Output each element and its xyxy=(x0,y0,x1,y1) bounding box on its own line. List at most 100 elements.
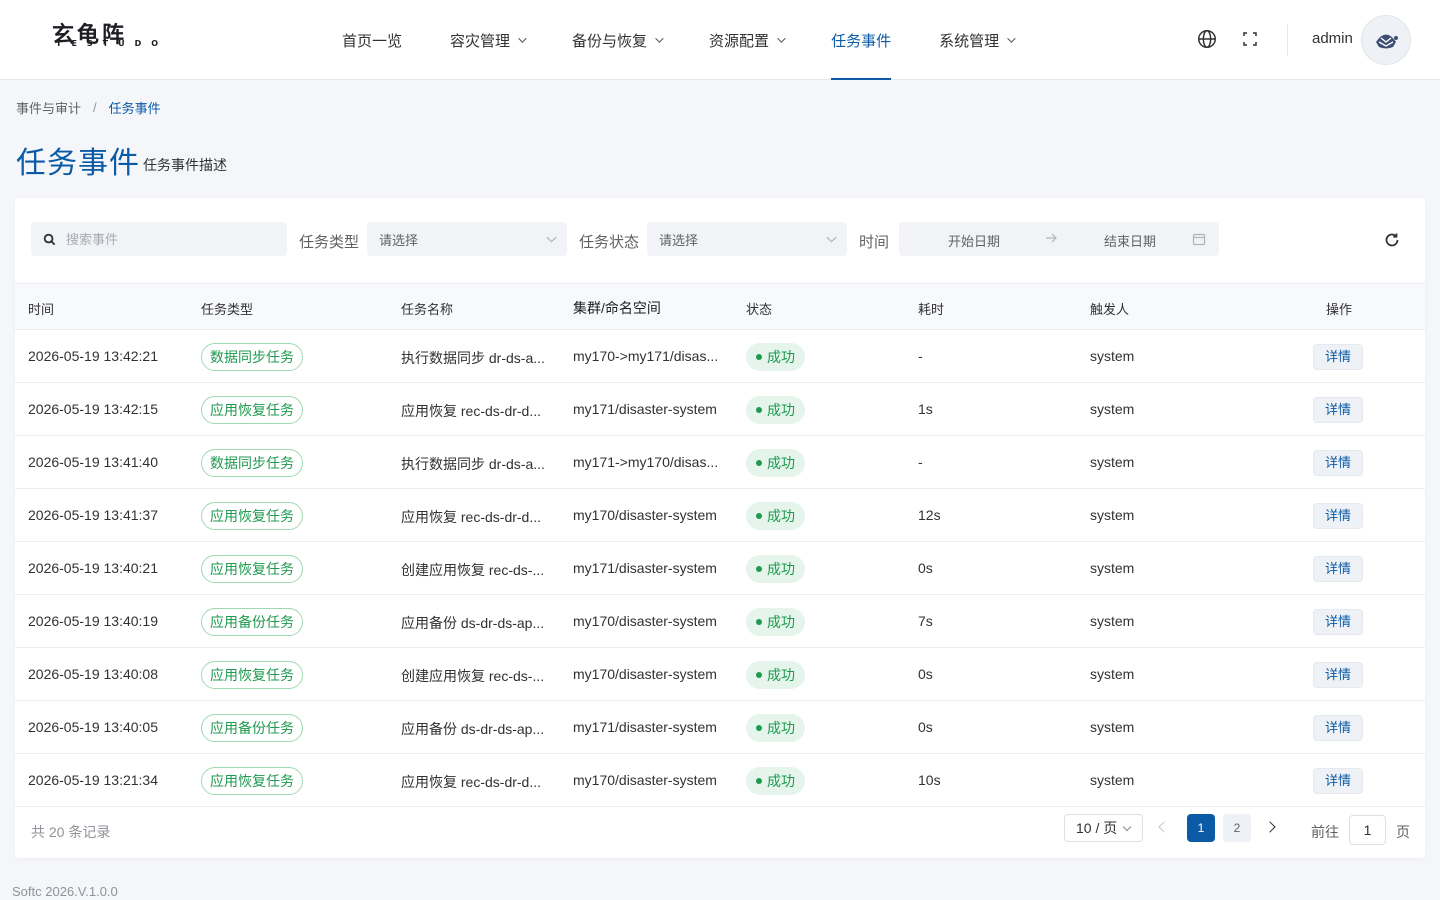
detail-button[interactable]: 详情 xyxy=(1313,609,1363,635)
table-row[interactable]: 2026-05-19 13:42:15 应用恢复任务 应用恢复 rec-ds-dr-… xyxy=(15,383,1425,436)
date-range-picker[interactable]: 开始日期 结束日期 xyxy=(899,222,1219,256)
detail-button[interactable]: 详情 xyxy=(1313,450,1363,476)
chevron-down-icon xyxy=(777,34,786,43)
table-row[interactable]: 2026-05-19 13:21:34 应用恢复任务 应用恢复 rec-ds-dr-… xyxy=(15,754,1425,807)
refresh-icon[interactable] xyxy=(1383,231,1401,249)
task-type-select[interactable]: 请选择 xyxy=(367,222,567,256)
nav-item-2[interactable]: 备份与恢复 xyxy=(548,0,685,80)
status-badge: 成功 xyxy=(746,661,805,689)
search-box[interactable] xyxy=(31,222,287,256)
nav-item-4[interactable]: 任务事件 xyxy=(807,0,915,80)
status-dot xyxy=(756,513,762,519)
page-size-value: 10 / 页 xyxy=(1076,820,1118,836)
fullscreen-icon[interactable] xyxy=(1242,31,1258,47)
start-date-input[interactable]: 开始日期 xyxy=(948,231,1000,250)
cell-duration: 1s xyxy=(918,401,933,417)
status-dot xyxy=(756,725,762,731)
table-row[interactable]: 2026-05-19 13:40:21 应用恢复任务 创建应用恢复 rec-ds-.… xyxy=(15,542,1425,595)
page-button-2[interactable]: 2 xyxy=(1223,814,1251,842)
cell-trigger: system xyxy=(1090,507,1135,523)
cell-cluster: my171->my170/disas... xyxy=(573,454,719,470)
total-count: 共 20 条记录 xyxy=(31,824,111,840)
header-col-time: 时间 xyxy=(28,302,55,317)
task-type-tag: 应用恢复任务 xyxy=(201,502,303,530)
nav-item-label: 系统管理 xyxy=(939,32,1000,50)
avatar[interactable] xyxy=(1361,15,1411,65)
status-badge: 成功 xyxy=(746,714,805,742)
header-col-duration: 耗时 xyxy=(918,302,945,317)
table-row[interactable]: 2026-05-19 13:40:19 应用备份任务 应用备份 ds-dr-ds-a… xyxy=(15,595,1425,648)
search-input[interactable] xyxy=(66,231,266,247)
breadcrumb: 事件与审计 / 任务事件 xyxy=(16,98,161,117)
nav-item-label: 备份与恢复 xyxy=(572,32,648,50)
detail-button[interactable]: 详情 xyxy=(1313,768,1363,794)
detail-button[interactable]: 详情 xyxy=(1313,715,1363,741)
nav-item-5[interactable]: 系统管理 xyxy=(915,0,1037,80)
chevron-left-icon[interactable] xyxy=(1158,821,1170,833)
status-dot xyxy=(756,460,762,466)
status-badge: 成功 xyxy=(746,767,805,795)
status-text: 成功 xyxy=(767,455,795,471)
globe-icon[interactable] xyxy=(1196,28,1218,50)
cell-duration: 0s xyxy=(918,719,933,735)
end-date-input[interactable]: 结束日期 xyxy=(1104,231,1156,250)
task-type-tag: 应用恢复任务 xyxy=(201,767,303,795)
cell-time: 2026-05-19 13:41:37 xyxy=(28,507,158,523)
table-row[interactable]: 2026-05-19 13:40:08 应用恢复任务 创建应用恢复 rec-ds-.… xyxy=(15,648,1425,701)
cell-task-name: 应用备份 ds-dr-ds-ap... xyxy=(401,615,545,631)
cell-duration: 12s xyxy=(918,507,941,523)
cell-trigger: system xyxy=(1090,613,1135,629)
goto-suffix: 页 xyxy=(1396,824,1410,840)
detail-button[interactable]: 详情 xyxy=(1313,556,1363,582)
task-type-tag: 应用备份任务 xyxy=(201,714,303,742)
time-label: 时间 xyxy=(859,234,890,251)
page-button-1[interactable]: 1 xyxy=(1187,814,1215,842)
cell-duration: 10s xyxy=(918,772,941,788)
nav-item-1[interactable]: 容灾管理 xyxy=(426,0,548,80)
cell-trigger: system xyxy=(1090,560,1135,576)
nav-item-0[interactable]: 首页一览 xyxy=(318,0,426,80)
main-nav: 首页一览 容灾管理 备份与恢复 资源配置 任务事件 系统管理 xyxy=(318,0,1037,80)
version-text: Softc 2026.V.1.0.0 xyxy=(12,884,118,899)
status-text: 成功 xyxy=(767,667,795,683)
detail-button[interactable]: 详情 xyxy=(1313,662,1363,688)
task-type-placeholder: 请选择 xyxy=(379,232,419,248)
status-badge: 成功 xyxy=(746,555,805,583)
breadcrumb-current: 任务事件 xyxy=(108,101,161,116)
page-size-select[interactable]: 10 / 页 xyxy=(1064,814,1143,842)
breadcrumb-parent[interactable]: 事件与审计 xyxy=(16,98,81,117)
header-col-name: 任务名称 xyxy=(401,302,454,317)
detail-button[interactable]: 详情 xyxy=(1313,344,1363,370)
chevron-down-icon xyxy=(546,232,557,243)
cell-task-name: 执行数据同步 dr-ds-a... xyxy=(401,456,545,472)
username[interactable]: admin xyxy=(1312,30,1353,47)
cell-time: 2026-05-19 13:42:15 xyxy=(28,401,158,417)
cell-cluster: my170/disaster-system xyxy=(573,666,717,682)
cell-task-name: 执行数据同步 dr-ds-a... xyxy=(401,350,545,366)
cell-task-name: 应用恢复 rec-ds-dr-d... xyxy=(401,774,542,790)
page-description: 任务事件描述 xyxy=(143,157,227,173)
status-dot xyxy=(756,407,762,413)
top-icons xyxy=(1196,28,1258,50)
brand-logo[interactable]: 玄龟阵 TESTUDO xyxy=(52,24,172,56)
table-row[interactable]: 2026-05-19 13:42:21 数据同步任务 执行数据同步 dr-ds-a.… xyxy=(15,330,1425,383)
cell-time: 2026-05-19 13:40:19 xyxy=(28,613,158,629)
nav-item-3[interactable]: 资源配置 xyxy=(685,0,807,80)
table-row[interactable]: 2026-05-19 13:41:40 数据同步任务 执行数据同步 dr-ds-a.… xyxy=(15,436,1425,489)
cell-time: 2026-05-19 13:21:34 xyxy=(28,772,158,788)
cell-cluster: my170/disaster-system xyxy=(573,613,717,629)
header-col-type: 任务类型 xyxy=(201,302,254,317)
cell-cluster: my170->my171/disas... xyxy=(573,348,719,364)
status-dot xyxy=(756,619,762,625)
table-row[interactable]: 2026-05-19 13:40:05 应用备份任务 应用备份 ds-dr-ds-a… xyxy=(15,701,1425,754)
task-status-select[interactable]: 请选择 xyxy=(647,222,847,256)
goto-page-input[interactable]: 1 xyxy=(1349,815,1386,845)
chevron-down-icon xyxy=(655,34,664,43)
cell-trigger: system xyxy=(1090,454,1135,470)
detail-button[interactable]: 详情 xyxy=(1313,397,1363,423)
task-status-placeholder: 请选择 xyxy=(659,232,699,248)
chevron-right-icon[interactable] xyxy=(1264,821,1276,833)
table-row[interactable]: 2026-05-19 13:41:37 应用恢复任务 应用恢复 rec-ds-dr-… xyxy=(15,489,1425,542)
detail-button[interactable]: 详情 xyxy=(1313,503,1363,529)
header-col-trigger: 触发人 xyxy=(1090,302,1130,317)
